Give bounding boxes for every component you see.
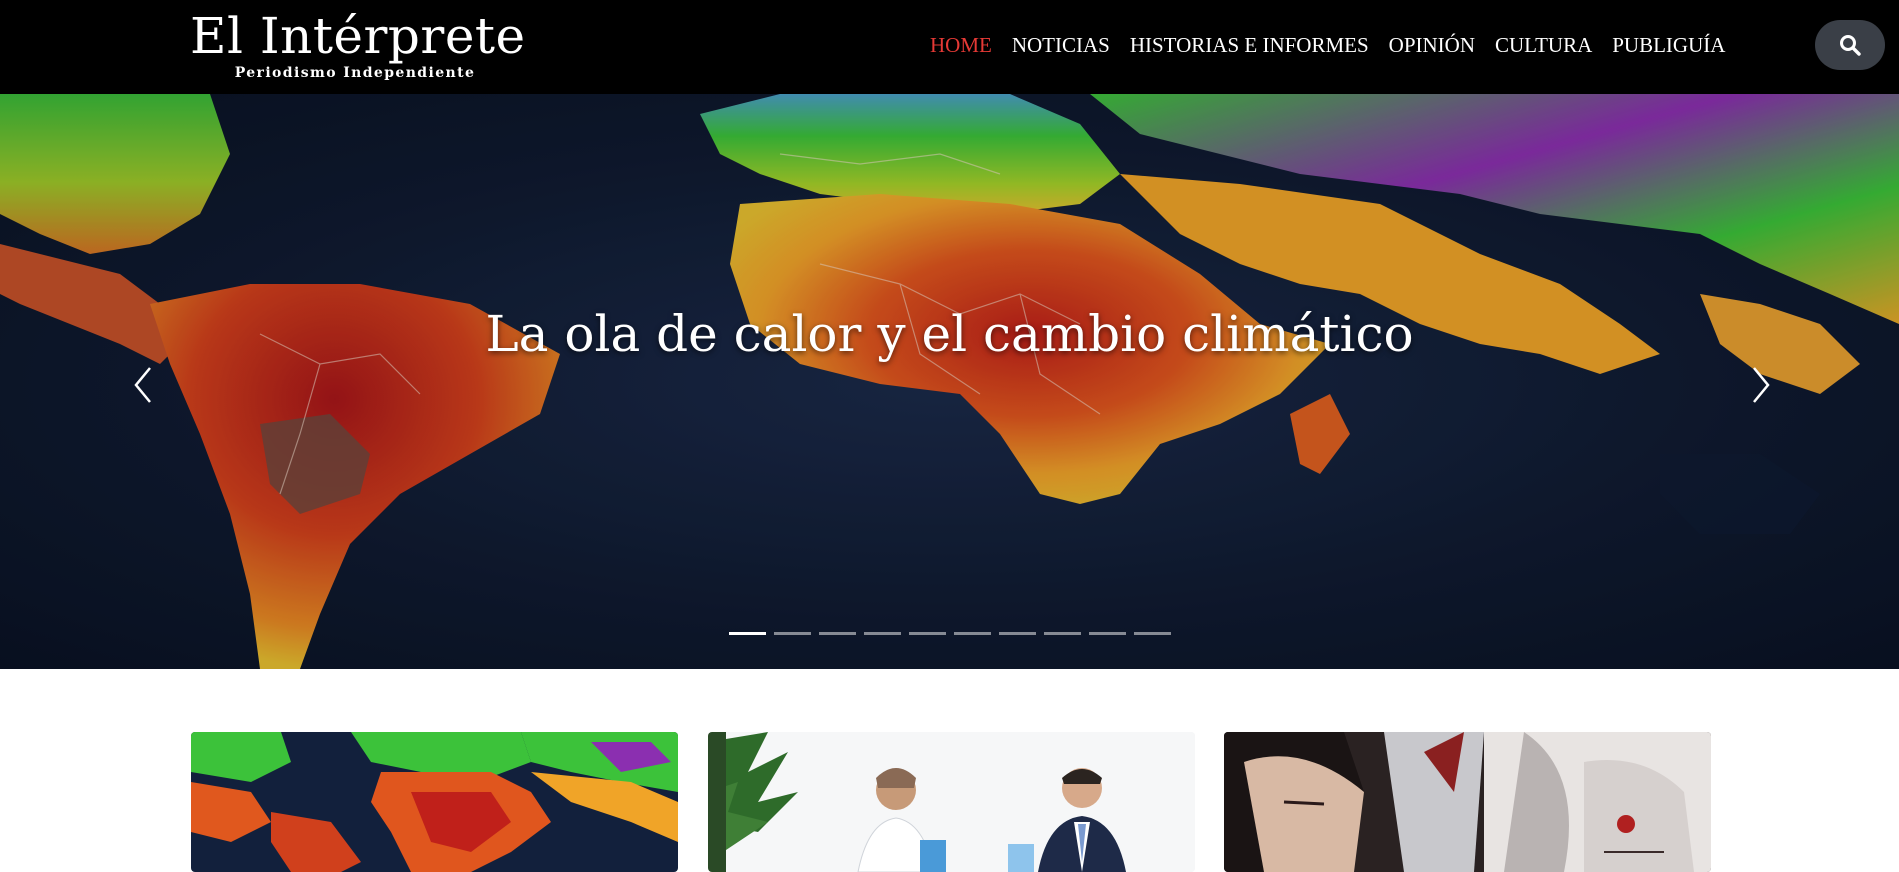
slide-indicator-8[interactable] xyxy=(1044,632,1081,635)
slide-indicator-3[interactable] xyxy=(819,632,856,635)
article-card-manga[interactable] xyxy=(1224,732,1711,872)
search-icon xyxy=(1840,35,1861,56)
card-image-manga xyxy=(1224,732,1711,872)
logo-title: El Intérprete xyxy=(190,7,526,65)
nav-home[interactable]: HOME xyxy=(930,28,992,62)
slide-indicator-4[interactable] xyxy=(864,632,901,635)
nav-opinion[interactable]: OPINIÓN xyxy=(1389,28,1475,62)
hero-overlay xyxy=(0,94,1899,669)
article-card-heatwave[interactable] xyxy=(191,732,678,872)
nav-publiguia[interactable]: PUBLIGUÍA xyxy=(1612,28,1725,62)
slide-indicator-7[interactable] xyxy=(999,632,1036,635)
hero-slider: La ola de calor y el cambio climático xyxy=(0,94,1899,669)
slide-indicator-1[interactable] xyxy=(729,632,766,635)
chevron-right-icon xyxy=(1753,367,1770,403)
nav-historias-e-informes[interactable]: HISTORIAS E INFORMES xyxy=(1130,28,1369,62)
slider-prev-button[interactable] xyxy=(124,360,164,410)
card-image-meeting xyxy=(708,732,1195,872)
slider-next-button[interactable] xyxy=(1740,360,1780,410)
nav-noticias[interactable]: NOTICIAS xyxy=(1012,28,1110,62)
site-logo[interactable]: El Intérprete Periodismo Independiente xyxy=(190,6,526,86)
slide-indicator-10[interactable] xyxy=(1134,632,1171,635)
site-header: El Intérprete Periodismo Independiente H… xyxy=(0,0,1899,94)
slide-indicator-6[interactable] xyxy=(954,632,991,635)
search-button[interactable] xyxy=(1815,20,1885,70)
card-image-heatmap xyxy=(191,732,678,872)
chevron-left-icon xyxy=(134,367,151,403)
article-card-meeting[interactable] xyxy=(708,732,1195,872)
main-nav: HOME NOTICIAS HISTORIAS E INFORMES OPINI… xyxy=(930,28,1725,62)
slide-indicator-2[interactable] xyxy=(774,632,811,635)
slider-indicators xyxy=(729,632,1171,638)
slide-indicator-9[interactable] xyxy=(1089,632,1126,635)
article-cards xyxy=(191,732,1711,872)
slide-indicator-5[interactable] xyxy=(909,632,946,635)
logo-subtitle: Periodismo Independiente xyxy=(234,65,476,81)
hero-title[interactable]: La ola de calor y el cambio climático xyxy=(0,302,1899,366)
nav-cultura[interactable]: CULTURA xyxy=(1495,28,1592,62)
